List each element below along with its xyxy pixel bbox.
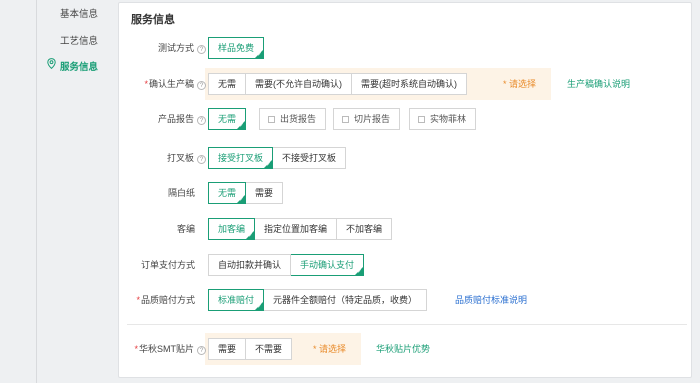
checkbox-shipping-report[interactable]: 出货报告 xyxy=(259,108,327,130)
spacer-paper-options: 无需 ✓ 需要 xyxy=(208,182,284,204)
check-icon: ✓ xyxy=(238,197,245,203)
option-label: 无需 xyxy=(218,114,237,124)
help-icon[interactable]: ? xyxy=(197,346,206,355)
check-icon: ✓ xyxy=(265,162,272,168)
test-method-label: 测试方式? xyxy=(119,41,206,55)
confirm-prod-label-text: 确认生产稿 xyxy=(148,79,194,89)
option-label: 无需 xyxy=(218,188,237,198)
smt-patch-label-text: 华秋SMT贴片 xyxy=(139,344,194,354)
sidebar-item-service-info[interactable]: 服务信息 xyxy=(60,59,98,73)
option-add-customer-code[interactable]: 加客编 ✓ xyxy=(208,218,256,240)
please-select-hint: * 请选择 xyxy=(503,79,537,89)
checkbox-box[interactable] xyxy=(418,116,425,123)
service-info-panel: 服务信息 测试方式? 样品免费 ✓ *确认生产稿? 无需 需要(不允许自动确认) … xyxy=(118,2,692,378)
option-manual-pay[interactable]: 手动确认支付 ✓ xyxy=(291,254,365,276)
checkbox-label: 切片报告 xyxy=(354,114,391,124)
quality-comp-options: 标准赔付 ✓ 元器件全额赔付（特定品质，收费） xyxy=(208,289,428,311)
product-report-label-text: 产品报告 xyxy=(157,114,194,124)
confirm-prod-label: *确认生产稿? xyxy=(119,77,206,91)
location-pin-icon xyxy=(47,58,56,69)
check-icon: ✓ xyxy=(238,123,245,129)
sidebar-item-basic-info[interactable]: 基本信息 xyxy=(60,6,98,20)
test-method-options: 样品免费 ✓ xyxy=(208,37,265,59)
option-no-report[interactable]: 无需 ✓ xyxy=(208,108,247,130)
check-icon: ✓ xyxy=(357,269,363,275)
customer-code-label: 客编 xyxy=(176,224,195,234)
product-report-label: 产品报告? xyxy=(119,112,206,126)
spacer-paper-label: 隔白纸 xyxy=(167,188,195,198)
option-need-auto-confirm[interactable]: 需要(超时系统自动确认) xyxy=(352,73,468,95)
option-label: 标准赔付 xyxy=(218,295,255,305)
quality-comp-help-link[interactable]: 品质赔付标准说明 xyxy=(455,293,527,307)
please-select-text: 请选择 xyxy=(509,79,537,89)
divider xyxy=(127,324,687,325)
check-icon: ✓ xyxy=(256,52,263,58)
option-smt-need[interactable]: 需要 xyxy=(208,338,247,360)
option-full-component-compensation[interactable]: 元器件全额赔付（特定品质，收费） xyxy=(264,289,428,311)
fork-board-options: 接受打叉板 ✓ 不接受打叉板 xyxy=(208,147,347,169)
option-label: 样品免费 xyxy=(218,43,255,53)
option-specified-position-code[interactable]: 指定位置加客编 xyxy=(255,218,338,240)
checkbox-label: 实物菲林 xyxy=(430,114,467,124)
sidebar-item-process-info[interactable]: 工艺信息 xyxy=(60,33,98,47)
help-icon[interactable]: ? xyxy=(197,116,206,125)
option-no-need[interactable]: 无需 xyxy=(208,73,247,95)
production-draft-help-link[interactable]: 生产稿确认说明 xyxy=(567,77,630,91)
fork-board-label: 打叉板? xyxy=(119,151,206,165)
help-icon[interactable]: ? xyxy=(197,81,206,90)
option-auto-deduct[interactable]: 自动扣款并确认 xyxy=(208,254,292,276)
please-select-text: 请选择 xyxy=(319,344,347,354)
product-report-options: 无需 ✓ xyxy=(208,108,247,130)
option-need-spacer[interactable]: 需要 xyxy=(246,182,284,204)
checkbox-label: 出货报告 xyxy=(280,114,317,124)
check-icon: ✓ xyxy=(256,304,263,310)
panel-title: 服务信息 xyxy=(131,14,175,26)
smt-advantage-link[interactable]: 华秋贴片优势 xyxy=(376,342,430,356)
option-no-spacer[interactable]: 无需 ✓ xyxy=(208,182,247,204)
test-method-label-text: 测试方式 xyxy=(157,43,194,53)
help-icon[interactable]: ? xyxy=(197,45,206,54)
help-icon[interactable]: ? xyxy=(197,155,206,164)
fork-board-label-text: 打叉板 xyxy=(166,153,194,163)
sidebar: 基本信息 工艺信息 服务信息 xyxy=(0,0,118,383)
option-accept-fork-board[interactable]: 接受打叉板 ✓ xyxy=(208,147,274,169)
checkbox-box[interactable] xyxy=(268,116,275,123)
option-reject-fork-board[interactable]: 不接受打叉板 xyxy=(273,147,347,169)
option-smt-no-need[interactable]: 不需要 xyxy=(246,338,293,360)
option-standard-compensation[interactable]: 标准赔付 ✓ xyxy=(208,289,265,311)
payment-options: 自动扣款并确认 手动确认支付 ✓ xyxy=(208,254,365,276)
please-select-hint: * 请选择 xyxy=(313,344,347,354)
confirm-prod-options: 无需 需要(不允许自动确认) 需要(超时系统自动确认) xyxy=(208,73,468,95)
payment-method-label: 订单支付方式 xyxy=(140,260,195,270)
customer-code-options: 加客编 ✓ 指定位置加客编 不加客编 xyxy=(208,218,393,240)
option-label: 手动确认支付 xyxy=(300,260,355,270)
checkbox-slice-report[interactable]: 切片报告 xyxy=(333,108,401,130)
checkbox-box[interactable] xyxy=(342,116,349,123)
option-sample-free[interactable]: 样品免费 ✓ xyxy=(208,37,265,59)
quality-comp-label: *品质赔付方式 xyxy=(136,295,195,305)
option-no-customer-code[interactable]: 不加客编 xyxy=(337,218,393,240)
checkbox-physical-film[interactable]: 实物菲林 xyxy=(409,108,477,130)
option-need-manual-confirm[interactable]: 需要(不允许自动确认) xyxy=(246,73,353,95)
option-label: 接受打叉板 xyxy=(218,153,264,163)
smt-options: 需要 不需要 xyxy=(208,338,293,360)
check-icon: ✓ xyxy=(247,233,254,239)
smt-patch-label: *华秋SMT贴片? xyxy=(119,342,206,356)
option-label: 加客编 xyxy=(218,224,246,234)
sidebar-timeline xyxy=(36,0,37,383)
quality-comp-label-text: 品质赔付方式 xyxy=(140,295,195,305)
